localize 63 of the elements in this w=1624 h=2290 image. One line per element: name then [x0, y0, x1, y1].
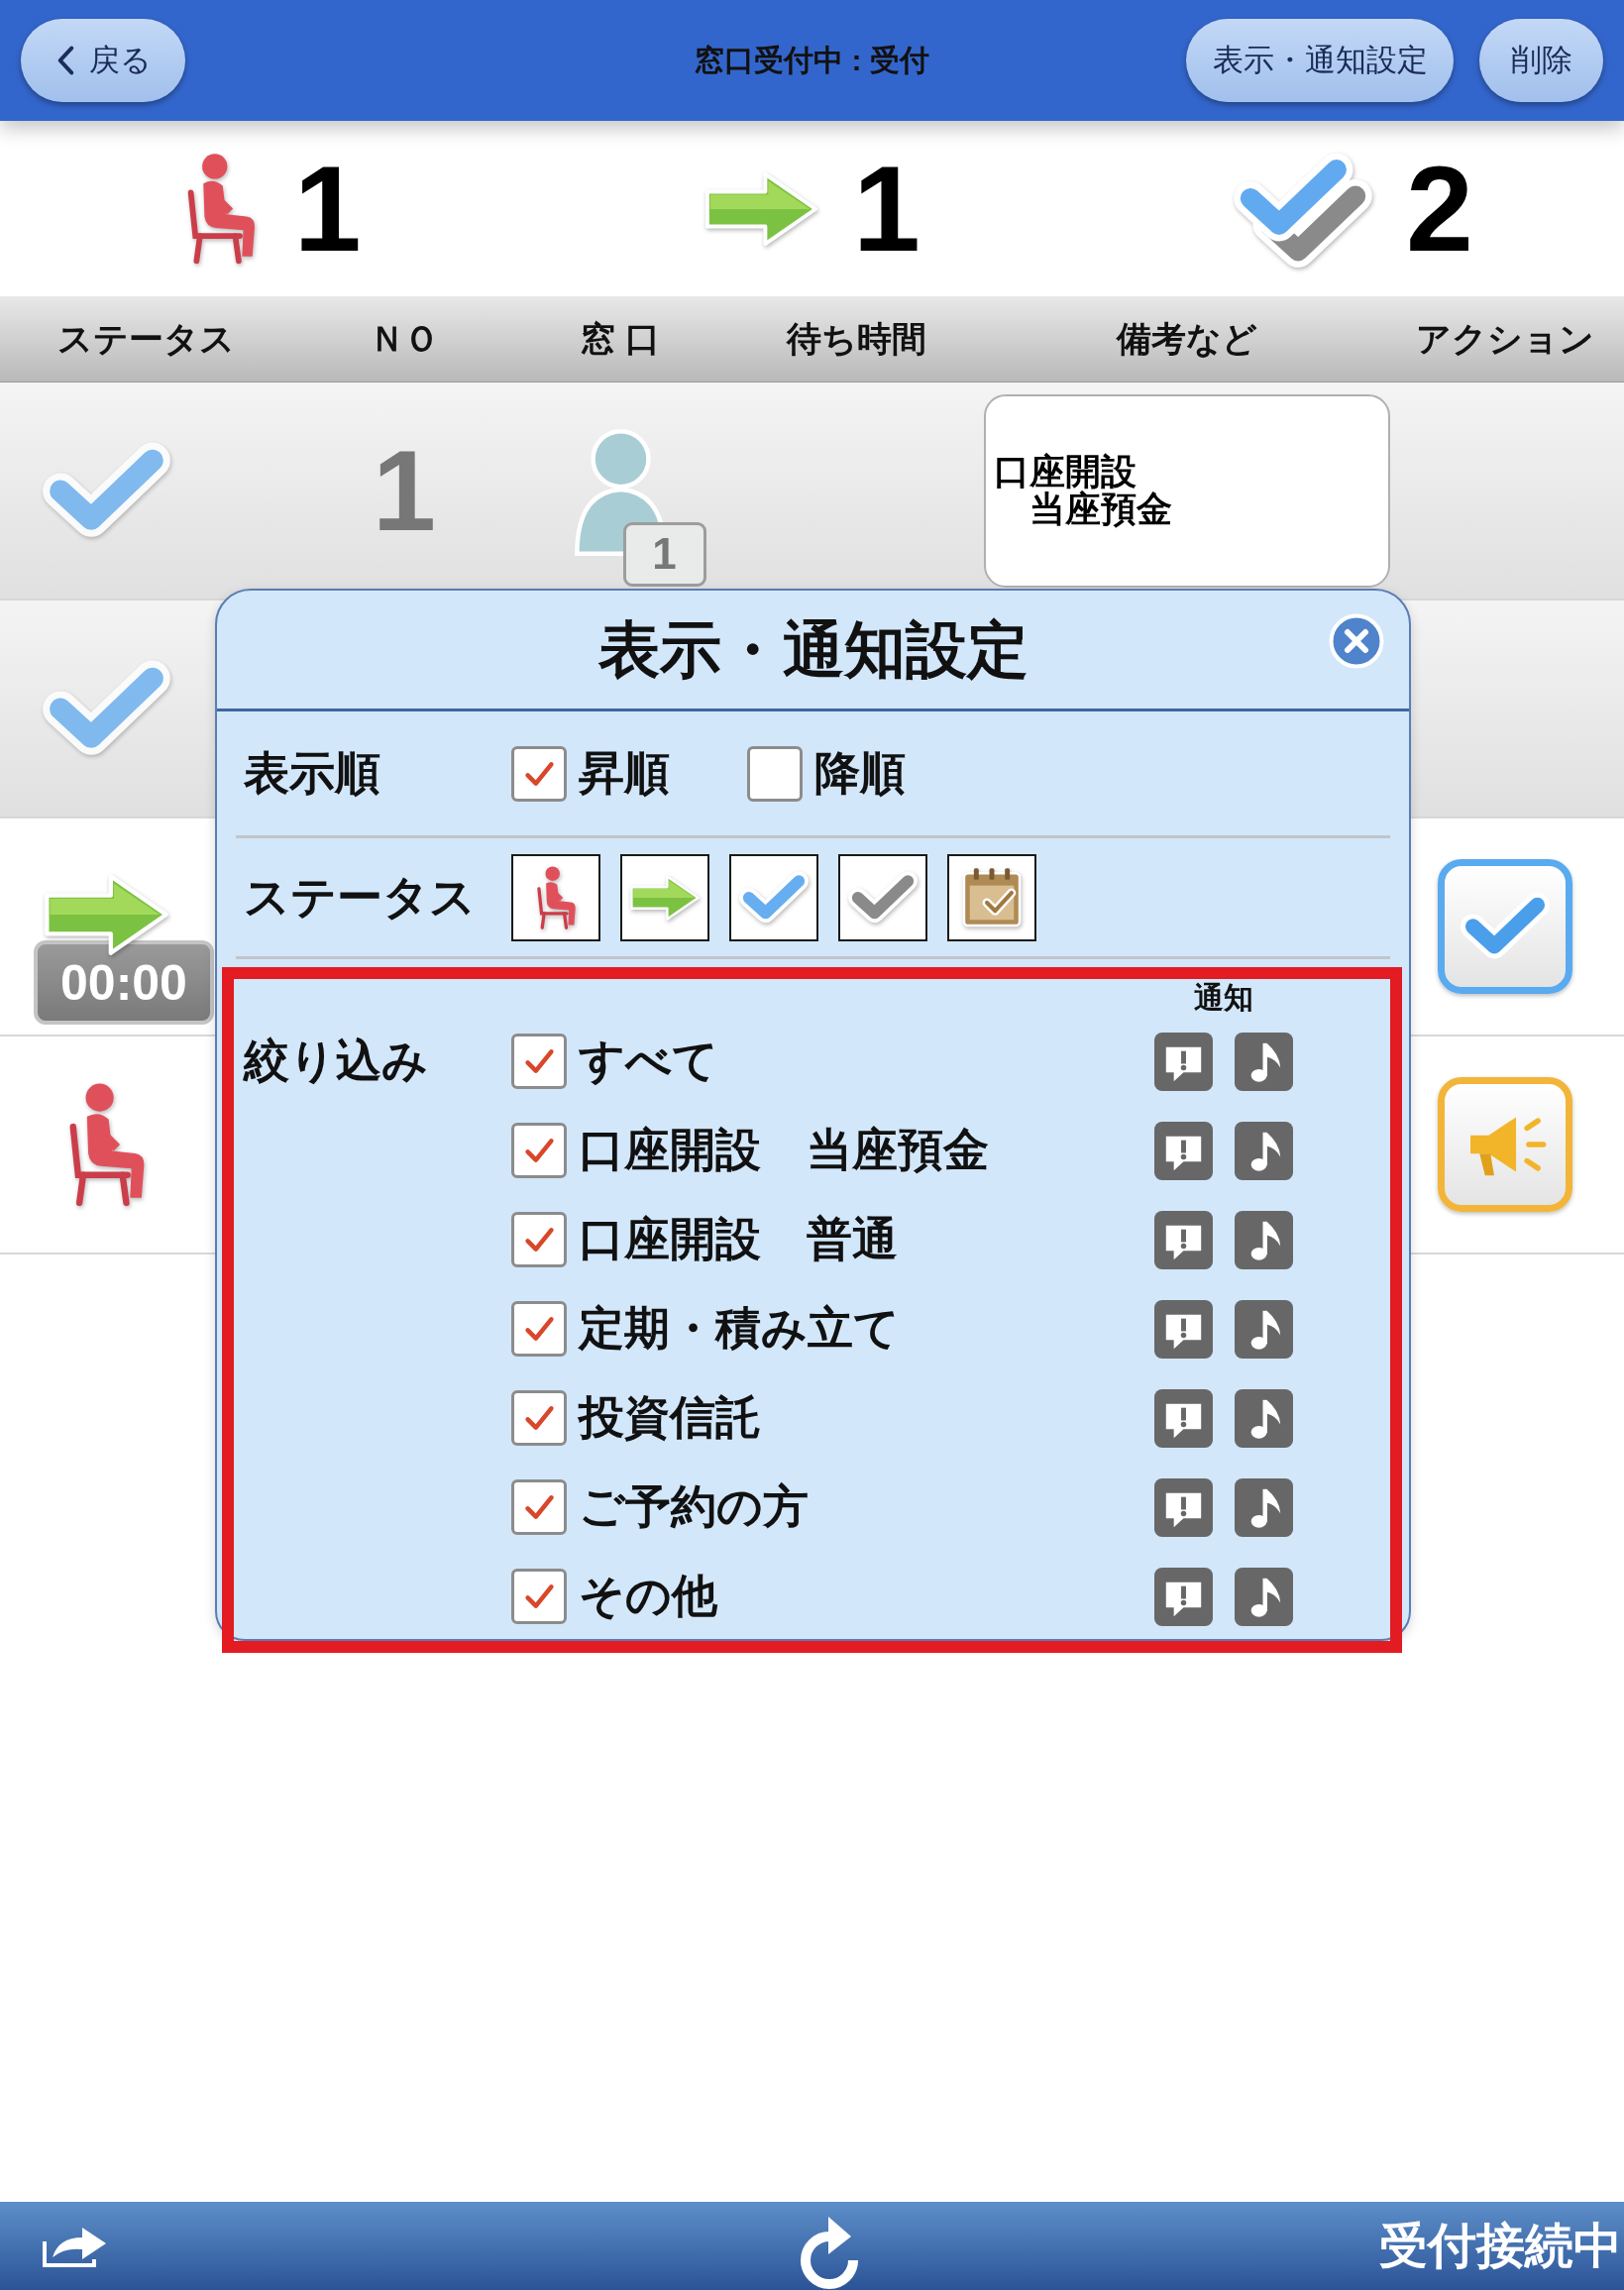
complete-button[interactable] [1437, 859, 1572, 994]
music-note-icon[interactable] [1235, 1032, 1293, 1091]
status-filter-button[interactable] [511, 853, 600, 941]
status-filter-button[interactable] [838, 853, 927, 941]
checkbox[interactable] [511, 1123, 567, 1178]
speech-bubble-icon[interactable] [1154, 1477, 1213, 1537]
checkbox[interactable] [511, 1569, 567, 1624]
column-header: 待ち時間 [786, 317, 926, 360]
dialog-title: 表示・通知設定 [597, 613, 1029, 686]
checkbox[interactable] [511, 1479, 567, 1535]
checkbox[interactable] [511, 1212, 567, 1267]
speech-bubble-icon[interactable] [1154, 1210, 1213, 1269]
remark-line: 当座預金 [1029, 491, 1172, 528]
window-number: 1 [622, 521, 706, 587]
status-filter-button[interactable] [947, 853, 1036, 941]
checkbox[interactable] [511, 1301, 567, 1357]
speech-bubble-icon[interactable] [1154, 1121, 1213, 1180]
checkbox[interactable] [511, 745, 567, 802]
counter-value: 1 [293, 148, 362, 270]
wait-timer: 00:00 [34, 940, 214, 1025]
column-header: ＮＯ [370, 317, 439, 360]
display-settings-button[interactable]: 表示・通知設定 [1186, 19, 1454, 102]
checkbox[interactable] [511, 1390, 567, 1446]
speech-bubble-icon[interactable] [1154, 1299, 1213, 1359]
row-number: 1 [373, 433, 436, 548]
option-label: その他 [579, 1569, 717, 1623]
speech-bubble-icon[interactable] [1154, 1567, 1213, 1626]
counter-value: 2 [1405, 148, 1473, 270]
option-label: 投資信託 [579, 1390, 761, 1445]
delete-button[interactable]: 削除 [1479, 19, 1603, 102]
option-label: 定期・積み立て [579, 1301, 900, 1356]
music-note-icon[interactable] [1235, 1299, 1293, 1359]
remark-line: 口座開設 [994, 453, 1137, 491]
column-header: ステータス [56, 317, 235, 360]
checkbox[interactable] [511, 1034, 567, 1089]
option-label: ご予約の方 [579, 1479, 809, 1534]
close-icon[interactable] [1329, 613, 1384, 669]
counter-value: 1 [853, 148, 920, 270]
notification-header: 通知 [1194, 979, 1253, 1016]
status-filter-button[interactable] [729, 853, 818, 941]
connection-status: 受付接続中 [1379, 2217, 1622, 2274]
speech-bubble-icon[interactable] [1154, 1388, 1213, 1448]
column-header: 窓 口 [581, 317, 660, 360]
music-note-icon[interactable] [1235, 1567, 1293, 1626]
status-filter-button[interactable] [620, 853, 709, 941]
option-label: 降順 [814, 745, 906, 801]
back-button[interactable]: 戻る [21, 19, 185, 102]
music-note-icon[interactable] [1235, 1477, 1293, 1537]
music-note-icon[interactable] [1235, 1210, 1293, 1269]
column-header: 備考など [1117, 317, 1257, 360]
speech-bubble-icon[interactable] [1154, 1032, 1213, 1091]
checkbox[interactable] [747, 745, 803, 802]
option-label: 昇順 [579, 745, 670, 801]
music-note-icon[interactable] [1235, 1121, 1293, 1180]
option-label: 口座開設 当座預金 [579, 1123, 989, 1177]
setting-label: ステータス [244, 869, 477, 925]
column-header: アクション [1415, 317, 1594, 360]
setting-label: 表示順 [244, 745, 381, 801]
music-note-icon[interactable] [1235, 1388, 1293, 1448]
setting-label: 絞り込み [244, 1034, 429, 1088]
option-label: 口座開設 普通 [579, 1212, 898, 1266]
option-label: すべて [579, 1034, 718, 1088]
screen-title: 窓口受付中 : 受付 [695, 42, 929, 78]
